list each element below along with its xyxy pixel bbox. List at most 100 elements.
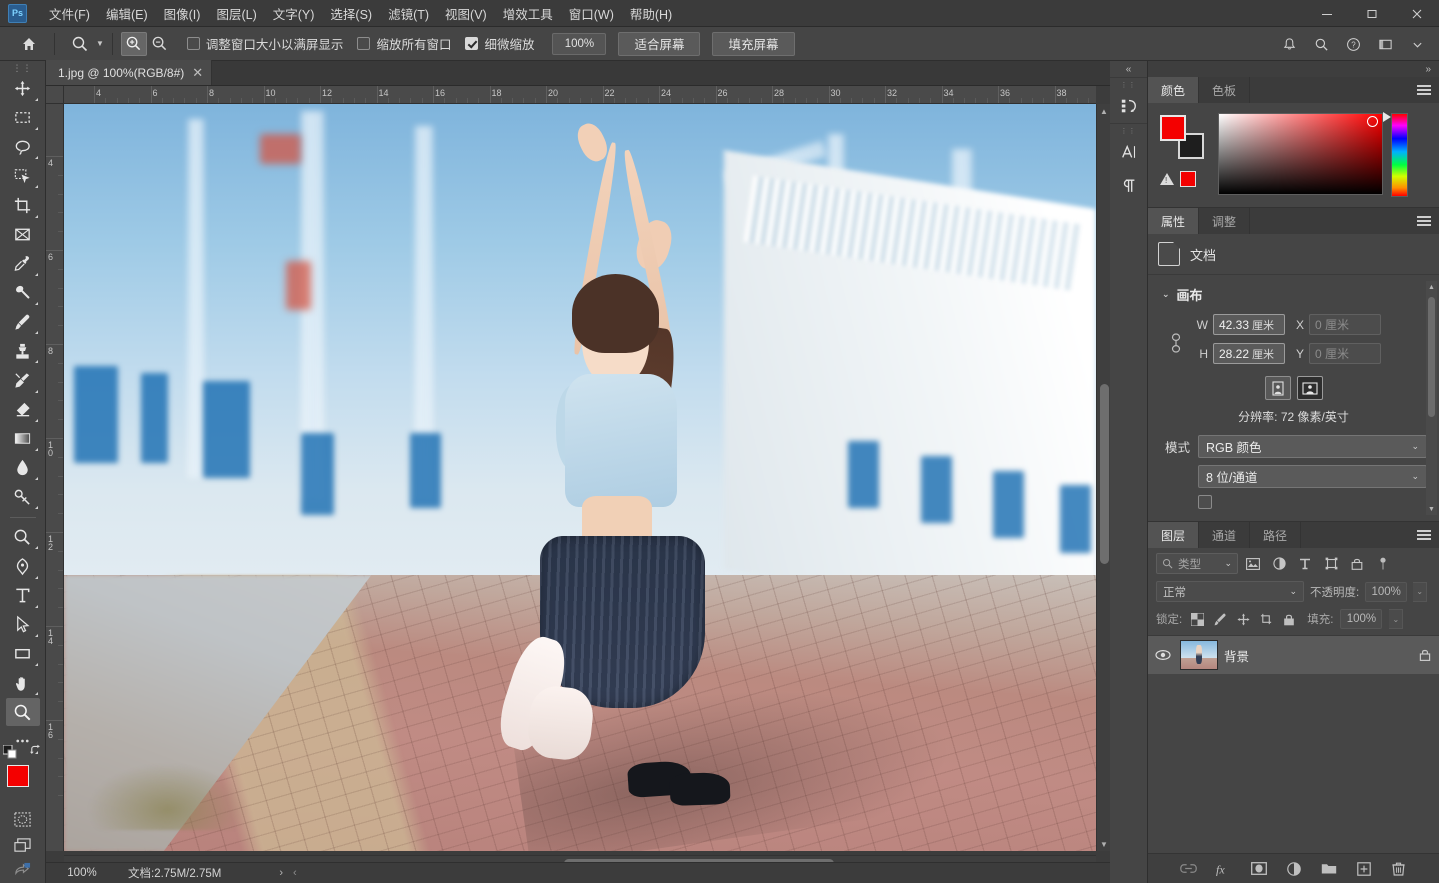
- canvas-section-header[interactable]: ⌄ 画布: [1162, 285, 1427, 304]
- toolbar-drag-handle[interactable]: ⋮⋮: [0, 63, 45, 75]
- scrollbar-thumb[interactable]: [1428, 297, 1435, 417]
- lock-transparent-icon[interactable]: [1189, 610, 1205, 628]
- pixel-filter-icon[interactable]: [1242, 553, 1264, 574]
- menu-view[interactable]: 视图(V): [437, 0, 495, 27]
- tab-channels[interactable]: 通道: [1199, 522, 1250, 548]
- link-layers-icon[interactable]: [1180, 860, 1198, 878]
- paragraph-panel-icon[interactable]: [1110, 169, 1148, 203]
- layer-visibility-icon[interactable]: [1152, 649, 1174, 661]
- eraser-tool[interactable]: [6, 396, 40, 424]
- scroll-down-icon[interactable]: ▼: [1097, 837, 1111, 851]
- link-dimensions-icon[interactable]: [1164, 314, 1188, 354]
- pen-tool[interactable]: [6, 552, 40, 580]
- canvas-image[interactable]: [64, 104, 1096, 851]
- color-panel-foreground-swatch[interactable]: [1160, 115, 1186, 141]
- canvas-viewport[interactable]: [64, 104, 1096, 851]
- help-icon[interactable]: ?: [1339, 30, 1367, 58]
- lock-image-icon[interactable]: [1212, 610, 1228, 628]
- history-brush-tool[interactable]: [6, 366, 40, 394]
- foreground-color-swatch[interactable]: [7, 765, 29, 787]
- height-input[interactable]: 28.22 厘米: [1213, 343, 1285, 364]
- layer-filter-select[interactable]: 类型 ⌄: [1156, 553, 1238, 574]
- layer-style-icon[interactable]: fx: [1215, 860, 1233, 878]
- y-input[interactable]: 0 厘米: [1309, 343, 1381, 364]
- bell-icon[interactable]: [1275, 30, 1303, 58]
- pen-tool-group[interactable]: [6, 523, 40, 551]
- color-picker-marker[interactable]: [1367, 116, 1378, 127]
- lasso-tool[interactable]: [6, 133, 40, 161]
- fill-screen-button[interactable]: 填充屏幕: [712, 32, 794, 56]
- color-mode-select[interactable]: RGB 颜色 ⌄: [1198, 435, 1427, 458]
- minimize-button[interactable]: [1304, 0, 1349, 27]
- toggle-filter-icon[interactable]: [1372, 553, 1394, 574]
- menu-plugins[interactable]: 增效工具: [495, 0, 561, 27]
- portrait-orientation-button[interactable]: [1265, 376, 1291, 400]
- zoom-all-windows-checkbox[interactable]: 缩放所有窗口: [357, 34, 451, 53]
- horizontal-ruler[interactable]: 468101214161820222426283032343638: [64, 86, 1096, 104]
- menu-select[interactable]: 选择(S): [322, 0, 380, 27]
- zoom-in-button[interactable]: [121, 32, 147, 56]
- status-zoom-level[interactable]: 100%: [46, 867, 118, 879]
- maximize-button[interactable]: [1349, 0, 1394, 27]
- blur-tool[interactable]: [6, 454, 40, 482]
- path-selection-tool[interactable]: [6, 611, 40, 639]
- vertical-ruler[interactable]: 46810121416: [46, 104, 64, 851]
- status-document-size[interactable]: 文档:2.75M/2.75M: [128, 865, 221, 881]
- x-input[interactable]: 0 厘米: [1309, 314, 1381, 335]
- tab-color[interactable]: 颜色: [1148, 77, 1199, 103]
- scrollbar-thumb[interactable]: [1100, 384, 1109, 564]
- tab-adjustments[interactable]: 调整: [1199, 208, 1250, 234]
- chevron-down-icon[interactable]: [1403, 30, 1431, 58]
- tool-preset-picker[interactable]: ▼: [67, 32, 104, 56]
- chevron-right-icon[interactable]: ›: [279, 867, 283, 879]
- properties-scrollbar[interactable]: ▲ ▼: [1426, 281, 1437, 515]
- panel-menu-button[interactable]: [1417, 77, 1431, 103]
- brush-tool[interactable]: [6, 308, 40, 336]
- crop-tool[interactable]: [6, 191, 40, 219]
- search-icon[interactable]: [1307, 30, 1335, 58]
- move-tool[interactable]: [6, 75, 40, 103]
- menu-edit[interactable]: 编辑(E): [98, 0, 156, 27]
- opacity-value[interactable]: 100%: [1365, 582, 1407, 602]
- color-ramp[interactable]: [1218, 113, 1383, 195]
- dodge-tool[interactable]: [6, 483, 40, 511]
- tab-layers[interactable]: 图层: [1148, 522, 1199, 548]
- resize-windows-to-fit-checkbox[interactable]: 调整窗口大小以满屏显示: [187, 34, 344, 53]
- share-icon[interactable]: [8, 858, 38, 883]
- width-input[interactable]: 42.33 厘米: [1213, 314, 1285, 335]
- close-icon[interactable]: ✕: [192, 66, 203, 79]
- character-panel-icon[interactable]: [1110, 135, 1148, 169]
- collapse-panels-button[interactable]: «: [1110, 61, 1147, 77]
- home-icon[interactable]: [12, 31, 46, 57]
- lock-all-icon[interactable]: [1281, 610, 1297, 628]
- shape-filter-icon[interactable]: [1320, 553, 1342, 574]
- chevron-left-icon[interactable]: ‹: [293, 867, 297, 879]
- workspace-icon[interactable]: [1371, 30, 1399, 58]
- expand-panels-button[interactable]: »: [1425, 64, 1431, 75]
- adjustment-filter-icon[interactable]: [1268, 553, 1290, 574]
- tab-properties[interactable]: 属性: [1148, 208, 1199, 234]
- panel-drag-handle[interactable]: ⋮⋮: [1110, 81, 1147, 89]
- eyedropper-tool[interactable]: [6, 250, 40, 278]
- table-row[interactable]: 背景: [1148, 636, 1439, 674]
- document-tab[interactable]: 1.jpg @ 100%(RGB/8#) ✕: [46, 60, 212, 85]
- layer-mask-icon[interactable]: [1250, 860, 1268, 878]
- blend-mode-select[interactable]: 正常 ⌄: [1156, 581, 1304, 602]
- menu-layer[interactable]: 图层(L): [208, 0, 264, 27]
- lock-position-icon[interactable]: [1235, 610, 1251, 628]
- fill-slider-toggle[interactable]: ⌄: [1389, 609, 1403, 629]
- scroll-up-icon[interactable]: ▲: [1426, 281, 1437, 293]
- fit-screen-button[interactable]: 适合屏幕: [618, 32, 700, 56]
- canvas-vertical-scrollbar[interactable]: ▲ ▼: [1096, 104, 1110, 851]
- history-panel-icon[interactable]: [1110, 89, 1148, 123]
- color-profile-checkbox[interactable]: [1198, 495, 1212, 509]
- frame-tool[interactable]: [6, 221, 40, 249]
- menu-file[interactable]: 文件(F): [41, 0, 98, 27]
- default-colors-icon[interactable]: [3, 745, 17, 759]
- in-gamut-color-swatch[interactable]: [1180, 171, 1196, 187]
- scroll-down-icon[interactable]: ▼: [1426, 503, 1437, 515]
- new-adjustment-layer-icon[interactable]: [1285, 860, 1303, 878]
- swap-colors-icon[interactable]: [29, 744, 42, 757]
- hand-tool[interactable]: [6, 669, 40, 697]
- out-of-gamut-warning[interactable]: [1160, 171, 1196, 187]
